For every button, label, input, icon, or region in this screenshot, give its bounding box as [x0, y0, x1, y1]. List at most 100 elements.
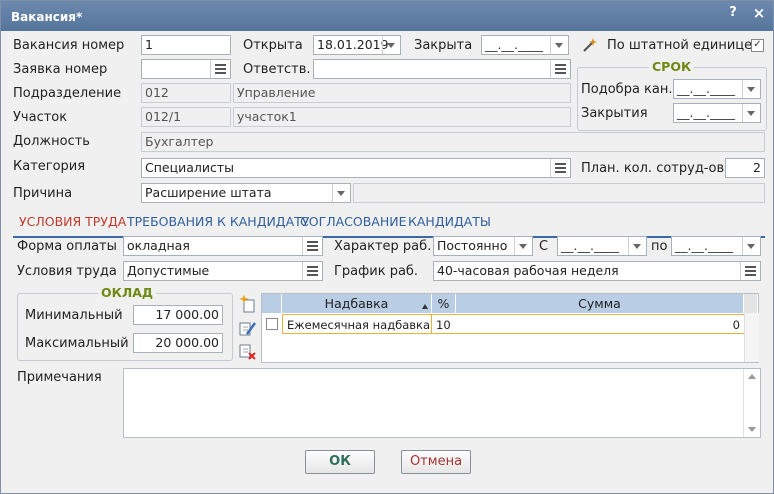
dialog-body: Вакансия номер 1 Открыта 18.01.2019 Закр…	[1, 31, 773, 493]
schedule-label: График раб.	[334, 264, 419, 279]
position-field: Бухгалтер	[141, 132, 765, 152]
to-date-dropdown-icon[interactable]	[742, 237, 760, 255]
add-row-icon[interactable]	[239, 295, 257, 313]
category-label: Категория	[13, 159, 86, 174]
reason-value: Расширение штата	[145, 185, 272, 200]
schedule-list-icon[interactable]	[740, 262, 760, 280]
opened-date-field[interactable]: 18.01.2019	[313, 35, 401, 55]
window-title: Вакансия*	[11, 10, 83, 24]
category-list-icon[interactable]	[550, 159, 570, 177]
division-code-field: 012	[141, 83, 231, 103]
from-label: С	[539, 239, 549, 254]
category-field[interactable]: Специалисты	[141, 158, 571, 178]
responsible-list-icon[interactable]	[550, 60, 570, 78]
work-cond-list-icon[interactable]	[302, 262, 322, 280]
plan-count-label: План. кол. сотруд-ов	[581, 161, 725, 176]
plan-count-field[interactable]: 2	[725, 158, 765, 178]
salary-max-field[interactable]: 20 000.00	[133, 333, 223, 353]
row-checkbox[interactable]	[266, 318, 278, 330]
tab-candidate-requirements[interactable]: ТРЕБОВАНИЯ К КАНДИДАТУ	[127, 214, 309, 229]
request-no-label: Заявка номер	[13, 62, 108, 77]
notes-textarea[interactable]	[123, 368, 761, 438]
bonus-percent-cell[interactable]: 10	[432, 314, 456, 334]
work-nature-dropdown-icon[interactable]	[514, 237, 532, 255]
pay-form-list-icon[interactable]	[302, 237, 322, 255]
vacancy-dialog: Вакансия* ? × Вакансия номер 1 Открыта 1…	[0, 0, 774, 494]
responsible-label: Ответств.	[243, 62, 311, 77]
column-header-sum[interactable]: Сумма	[456, 294, 744, 313]
from-date-value: __.__.____	[561, 238, 619, 253]
vacancy-no-field[interactable]: 1	[141, 35, 231, 55]
selection-date-dropdown-icon[interactable]	[742, 80, 760, 98]
closed-date-field[interactable]: __.__.____	[481, 35, 569, 55]
reason-field[interactable]: Расширение штата	[141, 183, 351, 203]
term-title: СРОК	[649, 60, 695, 74]
from-date-dropdown-icon[interactable]	[628, 237, 646, 255]
reason-label: Причина	[13, 186, 73, 201]
closing-date-value: __.__.____	[677, 105, 735, 120]
tab-approval[interactable]: СОГЛАСОВАНИЕ	[300, 214, 406, 229]
selection-date-value: __.__.____	[677, 81, 735, 96]
closed-date-dropdown-icon[interactable]	[550, 36, 568, 54]
magic-wand-icon[interactable]	[581, 36, 599, 54]
category-value: Специалисты	[145, 160, 235, 175]
help-icon[interactable]: ?	[723, 5, 743, 20]
schedule-value: 40-часовая рабочая неделя	[437, 263, 619, 278]
notes-label: Примечания	[17, 370, 102, 385]
to-date-field[interactable]: __.__.____	[671, 236, 761, 256]
column-header-bonus[interactable]: Надбавка	[282, 294, 432, 313]
column-header-percent[interactable]: %	[432, 294, 456, 313]
opened-date-value: 18.01.2019	[317, 37, 389, 52]
grid-scroll-up-icon[interactable]	[744, 294, 758, 313]
responsible-field[interactable]	[313, 59, 571, 79]
ok-button[interactable]: ОК	[305, 450, 375, 474]
grid-scrollbar[interactable]	[744, 313, 759, 362]
from-date-field[interactable]: __.__.____	[557, 236, 647, 256]
bonus-sum-cell[interactable]: 0	[456, 314, 744, 334]
division-name-field: Управление	[233, 83, 571, 103]
work-cond-field[interactable]: Допустимые	[123, 261, 323, 281]
closing-date-field[interactable]: __.__.____	[673, 103, 761, 123]
closed-date-value: __.__.____	[485, 37, 543, 52]
closing-date-dropdown-icon[interactable]	[742, 104, 760, 122]
bonus-name-cell[interactable]: Ежемесячная надбавка за	[282, 314, 432, 334]
sort-asc-icon	[422, 304, 428, 309]
select-column-header	[262, 294, 282, 313]
pay-form-label: Форма оплаты	[17, 239, 117, 254]
schedule-field[interactable]: 40-часовая рабочая неделя	[433, 261, 761, 281]
tab-candidates[interactable]: КАНДИДАТЫ	[408, 214, 491, 229]
by-staff-checkbox[interactable]: ✓	[751, 39, 764, 52]
opened-date-dropdown-icon[interactable]	[382, 36, 400, 54]
scroll-down-icon[interactable]	[748, 427, 756, 432]
salary-min-label: Минимальный	[25, 308, 123, 323]
reason-extra-field	[353, 183, 765, 203]
reason-dropdown-icon[interactable]	[332, 184, 350, 202]
bonus-table: Надбавка % Сумма Ежемесячная надбавка за…	[261, 293, 759, 363]
request-list-icon[interactable]	[210, 60, 230, 78]
work-nature-value: Постоянно	[437, 238, 508, 253]
work-cond-label: Условия труда	[17, 264, 117, 279]
salary-min-field[interactable]: 17 000.00	[133, 305, 223, 325]
close-icon[interactable]: ×	[749, 4, 769, 22]
salary-title: ОКЛАД	[98, 286, 157, 300]
edit-row-icon[interactable]	[239, 319, 257, 337]
tab-work-conditions[interactable]: УСЛОВИЯ ТРУДА	[19, 214, 126, 229]
closed-label: Закрыта	[414, 38, 473, 53]
to-label: по	[651, 239, 668, 254]
site-label: Участок	[13, 110, 68, 125]
work-nature-field[interactable]: Постоянно	[433, 236, 533, 256]
notes-scrollbar[interactable]	[743, 369, 760, 437]
selection-date-field[interactable]: __.__.____	[673, 79, 761, 99]
by-staff-label: По штатной единице	[607, 38, 753, 53]
request-no-field[interactable]	[141, 59, 231, 79]
selection-label: Подобра кан.	[581, 82, 673, 97]
site-name-field: участок1	[233, 107, 571, 127]
scroll-up-icon[interactable]	[748, 374, 756, 379]
work-cond-value: Допустимые	[127, 263, 210, 278]
cancel-button[interactable]: Отмена	[401, 450, 471, 474]
opened-label: Открыта	[243, 38, 303, 53]
site-code-field: 012/1	[141, 107, 231, 127]
title-bar[interactable]: Вакансия* ? ×	[1, 1, 773, 31]
pay-form-field[interactable]: окладная	[123, 236, 323, 256]
delete-row-icon[interactable]	[239, 343, 257, 361]
